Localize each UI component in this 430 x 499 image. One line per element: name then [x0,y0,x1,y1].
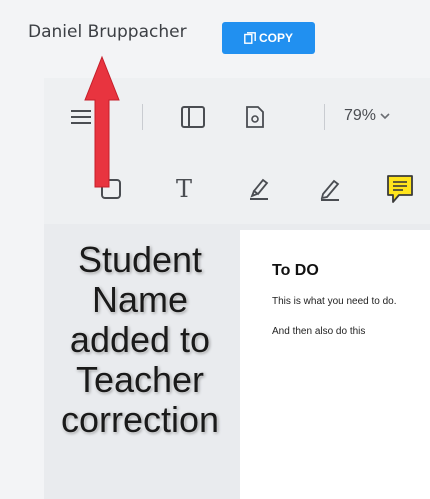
text-icon[interactable]: T [169,172,199,206]
toolbar-divider [324,104,325,130]
zoom-value: 79% [344,107,377,124]
pen-icon[interactable] [315,174,345,204]
annotation-line: Student [77,239,203,280]
comment-icon[interactable] [384,172,416,206]
annotation-line: Teacher [75,359,205,400]
copy-button-label: COPY [258,31,293,45]
top-bar: Daniel Bruppacher COPY [0,0,430,78]
document-line: This is what you need to do. [272,296,397,307]
page-settings-icon[interactable] [242,104,268,130]
student-name: Daniel Bruppacher [28,22,187,42]
annotation-line: added to [69,319,211,360]
highlighter-icon[interactable] [244,174,274,204]
zoom-select[interactable]: 79% [344,102,390,130]
annotation-text: Student Name added to Teacher correction [40,240,240,440]
chevron-down-icon [380,107,390,125]
document-page: To DO This is what you need to do. And t… [240,230,430,499]
copy-icon [244,32,256,44]
annotation-line: Name [91,279,189,320]
document-line: And then also do this [272,326,366,337]
document-title: To DO [272,262,319,279]
toolbar-divider [142,104,143,130]
red-arrow [84,55,120,188]
annotation-line: correction [60,399,220,440]
copy-button[interactable]: COPY [222,22,315,54]
sidebar-icon[interactable] [180,104,206,130]
